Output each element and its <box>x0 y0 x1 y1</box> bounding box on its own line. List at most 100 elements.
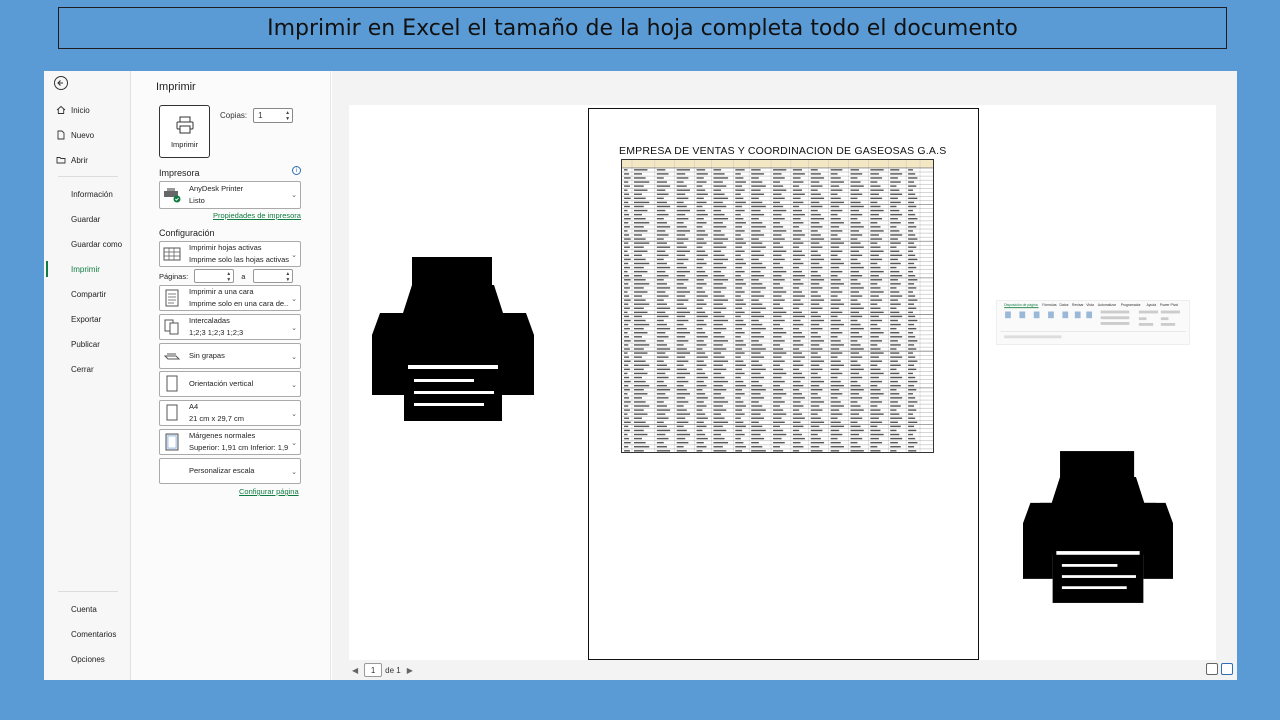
setting-line2: Superior: 1,91 cm Inferior: 1,9... <box>189 443 289 452</box>
nav-label: Inicio <box>71 105 90 115</box>
chevron-down-icon: ⌄ <box>291 252 297 259</box>
nav-item-compartir[interactable]: Compartir <box>44 283 131 305</box>
printer-properties-link[interactable]: Propiedades de impresora <box>213 211 301 220</box>
setting-line1: Sin grapas <box>189 351 225 360</box>
nav-item-cerrar[interactable]: Cerrar <box>44 358 131 380</box>
portrait-icon <box>163 375 181 393</box>
nav-item-imprimir[interactable]: Imprimir <box>44 258 131 280</box>
collated-icon <box>163 318 181 336</box>
page-preview: EMPRESA DE VENTAS Y COORDINACION DE GASE… <box>588 108 979 660</box>
printer-section-heading: Impresora <box>159 168 200 178</box>
print-button-label: Imprimir <box>170 139 199 149</box>
page-title: Imprimir <box>156 81 196 93</box>
printer-name: AnyDesk Printer <box>189 184 244 193</box>
printer-status: Listo <box>189 196 205 205</box>
pages-from-input[interactable]: ▲ ▼ <box>194 269 235 283</box>
new-document-icon <box>57 130 65 140</box>
show-margins-icon[interactable] <box>1206 663 1218 675</box>
scaling-icon <box>163 462 181 480</box>
page-count-label: de 1 <box>385 665 401 675</box>
spin-arrows-icon[interactable]: ▲ ▼ <box>285 110 290 122</box>
nav-item-opciones[interactable]: Opciones <box>44 648 131 670</box>
paper-size-icon <box>163 404 181 422</box>
nav-item-guardar[interactable]: Guardar <box>44 208 131 230</box>
collation-dropdown[interactable]: Intercaladas 1;2;3 1;2;3 1;2;3 ⌄ <box>159 314 301 340</box>
setting-line2: Imprime solo en una cara de... <box>189 299 289 308</box>
folder-open-icon <box>56 157 66 164</box>
margins-dropdown[interactable]: Márgenes normales Superior: 1,91 cm Infer… <box>159 429 301 455</box>
nav-label: Cuenta <box>71 604 97 614</box>
setting-line1: A4 <box>189 402 199 411</box>
print-button[interactable]: Imprimir <box>159 105 210 158</box>
view-buttons <box>1206 663 1233 675</box>
current-page-input[interactable]: 1 <box>364 663 383 677</box>
next-page-icon[interactable]: ▶ <box>407 666 413 675</box>
back-arrow-icon[interactable] <box>54 76 68 90</box>
previous-page-icon[interactable]: ◀ <box>352 666 358 675</box>
nav-item-abrir[interactable]: Abrir <box>44 149 131 171</box>
orientation-dropdown[interactable]: Orientación vertical ⌄ <box>159 371 301 397</box>
spin-arrows-icon[interactable]: ▲ ▼ <box>285 271 290 283</box>
nav-item-comentarios[interactable]: Comentarios <box>44 623 131 645</box>
setting-line1: Imprimir a una cara <box>189 287 254 296</box>
print-what-dropdown[interactable]: Imprimir hojas activas Imprime solo las h… <box>159 241 301 267</box>
spin-arrows-icon[interactable]: ▲ ▼ <box>226 271 231 283</box>
svg-text:Power Pivot: Power Pivot <box>1160 303 1178 307</box>
printer-icon <box>1023 451 1173 603</box>
setting-line2: Imprime solo las hojas activas <box>189 255 289 264</box>
configuration-section-heading: Configuración <box>159 228 215 238</box>
home-icon <box>56 105 66 114</box>
backstage-nav: Inicio Nuevo Abrir Información Guardar G… <box>44 71 131 680</box>
margins-icon <box>163 433 181 451</box>
chevron-down-icon: ⌄ <box>291 296 297 303</box>
nav-item-guardar-como[interactable]: Guardar como <box>44 233 131 255</box>
nav-label: Abrir <box>71 155 88 165</box>
printer-status-icon <box>163 186 181 204</box>
staple-icon <box>163 347 181 365</box>
nav-label: Nuevo <box>71 130 95 140</box>
nav-label: Publicar <box>71 339 100 349</box>
setting-line1: Orientación vertical <box>189 379 254 388</box>
nav-item-nuevo[interactable]: Nuevo <box>44 124 131 146</box>
printer-icon <box>372 257 534 421</box>
nav-label: Cerrar <box>71 364 94 374</box>
nav-item-cuenta[interactable]: Cuenta <box>44 598 131 620</box>
setting-line1: Intercaladas <box>189 316 230 325</box>
printer-dropdown[interactable]: AnyDesk Printer Listo ⌄ <box>159 181 301 209</box>
pages-to-input[interactable]: ▲ ▼ <box>253 269 294 283</box>
setting-line1: Márgenes normales <box>189 431 256 440</box>
scaling-dropdown[interactable]: Personalizar escala ⌄ <box>159 458 301 484</box>
nav-item-publicar[interactable]: Publicar <box>44 333 131 355</box>
chevron-down-icon: ⌄ <box>291 325 297 332</box>
svg-text:Revisar: Revisar <box>1072 303 1084 307</box>
info-icon[interactable]: i <box>292 166 301 175</box>
setting-line2: 21 cm x 29,7 cm <box>189 414 245 423</box>
nav-label: Imprimir <box>71 264 100 274</box>
chevron-down-icon: ⌄ <box>291 354 297 361</box>
copies-control: Copias: 1 ▲ ▼ <box>220 108 294 123</box>
print-settings-pane: Imprimir Imprimir Copias: 1 ▲ ▼ Impresora… <box>131 71 331 680</box>
svg-text:Datos: Datos <box>1060 303 1069 307</box>
copies-label: Copias: <box>220 111 248 120</box>
chevron-down-icon: ⌄ <box>291 192 297 199</box>
copies-stepper[interactable]: 1 ▲ ▼ <box>253 108 294 123</box>
staple-dropdown[interactable]: Sin grapas ⌄ <box>159 343 301 369</box>
chevron-down-icon: ⌄ <box>291 382 297 389</box>
nav-label: Comentarios <box>71 629 117 639</box>
nav-label: Información <box>71 189 113 199</box>
chevron-down-icon: ⌄ <box>291 469 297 476</box>
nav-label: Guardar <box>71 214 101 224</box>
spreadsheet-table-thumbnail <box>621 159 934 453</box>
paper-size-dropdown[interactable]: A4 21 cm x 29,7 cm ⌄ <box>159 400 301 426</box>
sides-dropdown[interactable]: Imprimir a una cara Imprime solo en una c… <box>159 285 301 311</box>
svg-text:Vista: Vista <box>1086 303 1094 307</box>
page-setup-link[interactable]: Configurar página <box>239 487 299 496</box>
nav-item-exportar[interactable]: Exportar <box>44 308 131 330</box>
pages-label: Páginas: <box>159 271 189 281</box>
svg-text:Fórmulas: Fórmulas <box>1042 303 1057 307</box>
nav-item-informacion[interactable]: Información <box>44 183 131 205</box>
zoom-to-page-icon[interactable] <box>1221 663 1233 675</box>
setting-line1: Imprimir hojas activas <box>189 243 262 252</box>
nav-item-inicio[interactable]: Inicio <box>44 99 131 121</box>
nav-label: Compartir <box>71 289 107 299</box>
